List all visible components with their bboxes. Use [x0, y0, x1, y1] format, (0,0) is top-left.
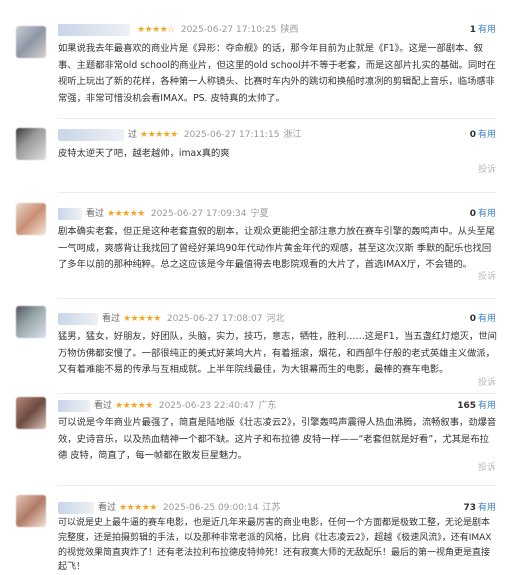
divider — [58, 485, 496, 486]
username-redacted[interactable] — [58, 24, 130, 36]
review-location: 陕西 — [280, 25, 299, 35]
review-time: 2025-06-27 17:09:34 — [150, 209, 247, 219]
report-link[interactable]: 投诉 — [478, 163, 496, 177]
review-location: 浙江 — [283, 130, 302, 140]
useful-vote[interactable]: 73 有用 — [463, 500, 496, 516]
rating-stars: ★★★★★ — [123, 314, 161, 324]
avatar[interactable] — [16, 306, 46, 338]
avatar[interactable] — [16, 203, 46, 235]
divider — [58, 393, 496, 394]
review-location: 河北 — [266, 314, 285, 324]
watch-status: 看过 — [86, 209, 105, 219]
report-link[interactable]: 投诉 — [478, 461, 496, 475]
useful-button[interactable]: 有用 — [478, 401, 496, 411]
useful-count: 1 — [469, 25, 476, 35]
review-text: 皮特太逆天了吧，越老越帅，imax真的爽 — [58, 148, 230, 159]
review-location: 广东 — [258, 401, 277, 411]
review-time: 2025-06-27 17:10:25 — [180, 25, 277, 35]
review-time: 2025-06-27 17:08:07 — [166, 314, 263, 324]
report-link[interactable]: 投诉 — [478, 270, 496, 284]
rating-stars: ★★★★★ — [107, 209, 145, 219]
avatar[interactable] — [16, 26, 46, 58]
useful-vote[interactable]: 165 有用 — [457, 398, 496, 414]
review-text: 可以说是今年商业片最强了，简直是陆地版《壮志凌云2》，引擎轰鸣声震得人热血沸腾，… — [58, 417, 497, 461]
username-redacted[interactable] — [58, 313, 98, 325]
review-meta: 看过 ★★★★★ 2025-06-27 17:08:07 河北 — [58, 311, 284, 327]
useful-count: 0 — [469, 130, 476, 140]
useful-count: 0 — [469, 314, 476, 324]
review-meta: 过 ★★★★★ 2025-06-27 17:11:15 浙江 — [58, 127, 301, 143]
useful-vote[interactable]: 1 有用 — [470, 22, 496, 38]
divider — [58, 118, 496, 119]
watch-status: 看过 — [98, 503, 117, 513]
avatar[interactable] — [16, 495, 46, 527]
useful-button[interactable]: 有用 — [478, 25, 496, 35]
review-location: 宁夏 — [250, 209, 269, 219]
useful-count: 73 — [463, 503, 476, 513]
username-redacted[interactable] — [58, 502, 94, 514]
review-text: 可以说是史上最牛逼的赛车电影，也是近几年来最厉害的商业电影，任何一个方面都是极致… — [58, 518, 492, 573]
useful-button[interactable]: 有用 — [478, 130, 496, 140]
rating-stars: ★★★★★ — [140, 130, 178, 140]
watch-status: 看过 — [102, 314, 121, 324]
useful-button[interactable]: 有用 — [478, 503, 496, 513]
review-meta: ★★★★☆ 2025-06-27 17:10:25 陕西 — [58, 22, 298, 38]
review-time: 2025-06-25 09:00:14 — [162, 503, 259, 513]
rating-stars: ★★★★★ — [115, 401, 153, 411]
username-redacted[interactable] — [58, 400, 90, 412]
rating-stars: ★★★★★ — [119, 503, 157, 513]
username-redacted[interactable] — [58, 129, 124, 141]
review-time: 2025-06-27 17:11:15 — [183, 130, 280, 140]
review-time: 2025-06-23 22:40:47 — [158, 401, 255, 411]
useful-button[interactable]: 有用 — [478, 209, 496, 219]
divider — [58, 192, 496, 193]
review-meta: 看过 ★★★★★ 2025-06-27 17:09:34 宁夏 — [58, 206, 268, 222]
useful-vote[interactable]: 0 有用 — [470, 127, 496, 143]
avatar[interactable] — [16, 128, 46, 160]
divider — [58, 298, 496, 299]
useful-vote[interactable]: 0 有用 — [470, 206, 496, 222]
useful-count: 0 — [469, 209, 476, 219]
username-redacted[interactable] — [58, 208, 82, 220]
review-meta: 看过 ★★★★★ 2025-06-25 09:00:14 江苏 — [58, 500, 280, 516]
review-location: 江苏 — [262, 503, 281, 513]
rating-stars: ★★★★☆ — [137, 25, 175, 35]
review-text: 猛男，猛女，好朋友，好团队，头脑，实力，技巧，意志，牺牲，胜利……这是F1，当五… — [58, 331, 497, 375]
useful-count: 165 — [457, 401, 476, 411]
avatar[interactable] — [16, 397, 46, 429]
review-text: 如果说我去年最喜欢的商业片是《异形：夺命舰》的话，那今年目前为止就是《F1》。这… — [58, 43, 496, 104]
review-text: 剧本确实老套，但正是这种老套直叙的剧本，让观众更能把全部注意力放在赛车引擎的轰鸣… — [58, 226, 495, 270]
useful-button[interactable]: 有用 — [478, 314, 496, 324]
watch-status: 过 — [128, 130, 138, 140]
report-link[interactable]: 投诉 — [478, 376, 496, 390]
useful-vote[interactable]: 0 有用 — [470, 311, 496, 327]
review-meta: 看过 ★★★★★ 2025-06-23 22:40:47 广东 — [58, 398, 276, 414]
watch-status: 看过 — [94, 401, 113, 411]
